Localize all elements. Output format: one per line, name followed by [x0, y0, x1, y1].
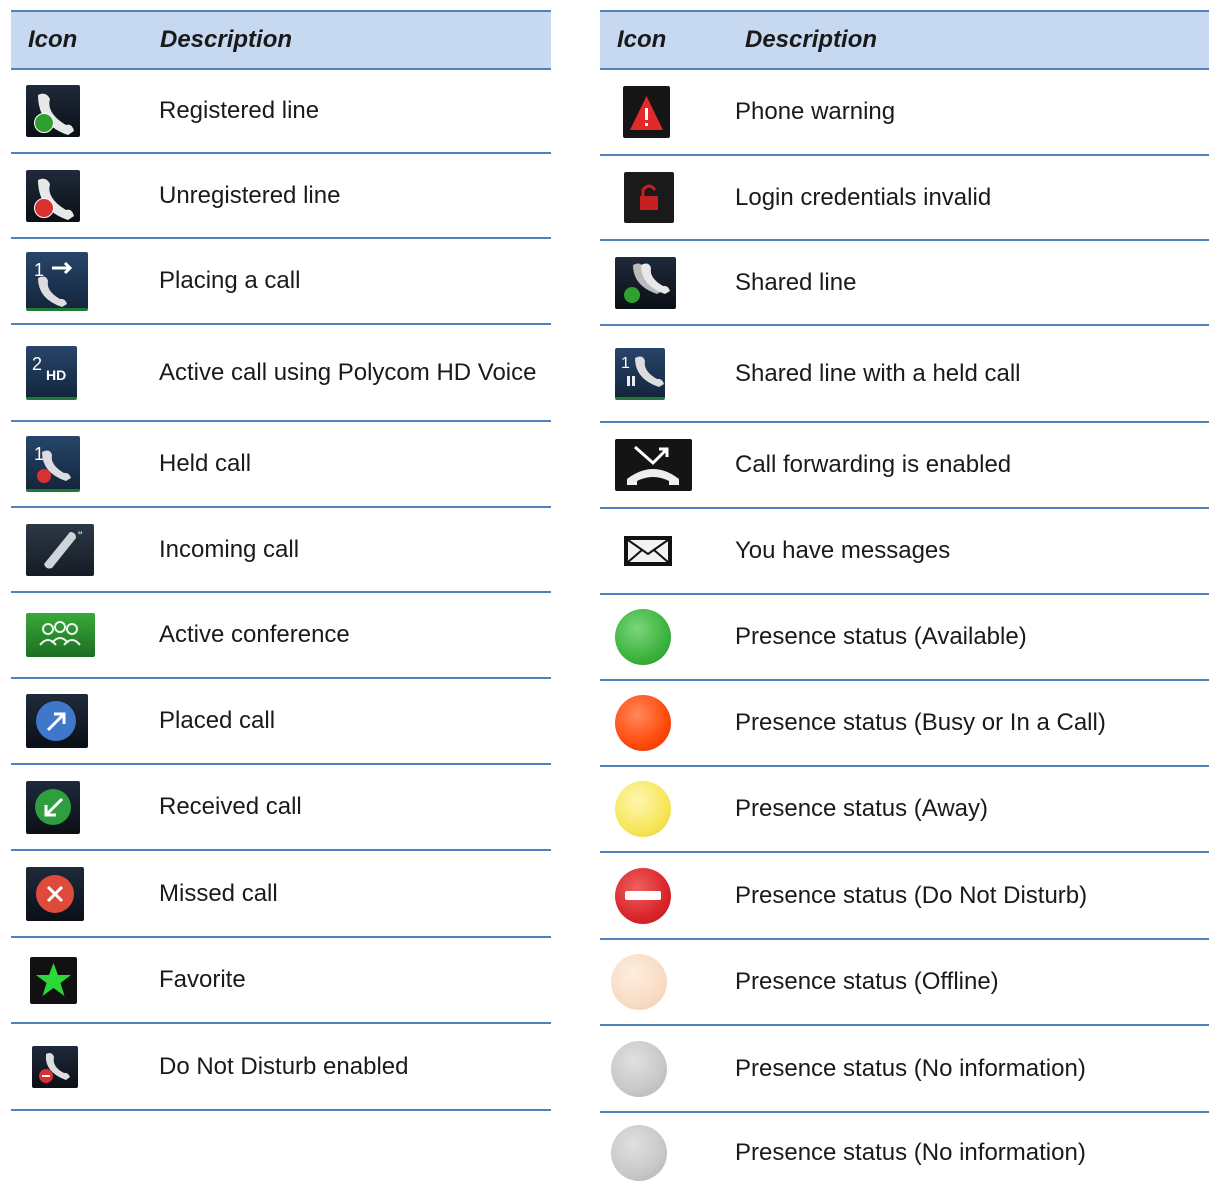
- held-call-icon: 1: [26, 436, 80, 492]
- table-row: You have messages: [600, 509, 1209, 595]
- row-label: Received call: [159, 793, 302, 820]
- lock-icon: [624, 172, 674, 223]
- row-label: Do Not Disturb enabled: [159, 1052, 409, 1080]
- table-row: Presence status (No information): [600, 1113, 1209, 1193]
- header-icon: Icon: [617, 26, 667, 53]
- warning-icon: [623, 86, 670, 138]
- missed-call-icon: [26, 866, 84, 921]
- table-row: Phone warning: [600, 70, 1209, 156]
- row-label: Presence status (No information): [735, 1139, 1086, 1166]
- row-label: Presence status (Busy or In a Call): [735, 709, 1106, 736]
- hd-voice-icon: 2 HD: [26, 345, 77, 400]
- svg-text:1: 1: [621, 355, 630, 372]
- table-row: Shared line: [600, 241, 1209, 326]
- row-label: Presence status (No information): [735, 1054, 1086, 1082]
- presence-noinfo-icon: [611, 1040, 667, 1097]
- presence-away-icon: [615, 781, 671, 837]
- row-label: Placing a call: [159, 267, 301, 294]
- row-label: Presence status (Away): [735, 795, 988, 822]
- table-row: 2 HD Active call using Polycom HD Voice: [11, 325, 551, 422]
- dnd-enabled-icon: [32, 1045, 78, 1088]
- row-label: Presence status (Offline): [735, 968, 999, 995]
- registered-line-icon: [26, 85, 80, 137]
- svg-text:HD: HD: [46, 367, 66, 383]
- right-icon-table: Icon Description Phone warning Login cre…: [600, 10, 1209, 1193]
- row-label: Active conference: [159, 621, 350, 648]
- table-row: Missed call: [11, 851, 551, 938]
- table-row: Favorite: [11, 938, 551, 1024]
- unregistered-line-icon: [26, 169, 80, 222]
- call-forward-icon: [615, 439, 692, 491]
- row-label: Login credentials invalid: [735, 183, 992, 211]
- svg-text:": ": [78, 529, 82, 543]
- table-row: Presence status (No information): [600, 1026, 1209, 1113]
- table-row: Do Not Disturb enabled: [11, 1024, 551, 1111]
- presence-available-icon: [615, 609, 671, 665]
- table-row: Presence status (Do Not Disturb): [600, 853, 1209, 940]
- row-label: Incoming call: [159, 535, 300, 563]
- conference-icon: [26, 613, 95, 657]
- placed-call-icon: [26, 694, 88, 748]
- table-row: Presence status (Away): [600, 767, 1209, 853]
- presence-offline-icon: [611, 954, 667, 1010]
- table-header: Icon Description: [11, 10, 551, 70]
- svg-text:2: 2: [32, 354, 42, 374]
- row-label: Phone warning: [735, 98, 896, 125]
- header-description: Description: [745, 26, 878, 53]
- table-header: Icon Description: [600, 10, 1209, 70]
- left-icon-table: Icon Description Registered line Unregis…: [11, 10, 551, 1111]
- row-label: Shared line with a held call: [735, 359, 1021, 387]
- row-label: Presence status (Available): [735, 623, 1027, 650]
- row-label: Unregistered line: [159, 181, 341, 209]
- row-label: Call forwarding is enabled: [735, 451, 1012, 478]
- row-label: Active call using Polycom HD Voice: [159, 358, 537, 386]
- table-row: Received call: [11, 765, 551, 851]
- table-row: Presence status (Offline): [600, 940, 1209, 1026]
- header-description: Description: [160, 26, 293, 53]
- row-label: Shared line: [735, 268, 857, 296]
- row-label: Presence status (Do Not Disturb): [735, 881, 1088, 909]
- header-icon: Icon: [28, 26, 78, 53]
- row-label: Favorite: [159, 966, 246, 993]
- received-call-icon: [26, 780, 80, 834]
- row-label: Placed call: [159, 707, 276, 734]
- table-row: 1 Shared line with a held call: [600, 326, 1209, 423]
- incoming-call-icon: ": [26, 523, 94, 576]
- row-label: Missed call: [159, 879, 278, 907]
- table-row: Registered line: [11, 70, 551, 154]
- table-row: Active conference: [11, 593, 551, 679]
- presence-dnd-icon: [615, 867, 671, 924]
- table-row: 1 Placing a call: [11, 239, 551, 325]
- presence-noinfo-icon: [611, 1125, 667, 1181]
- table-row: Call forwarding is enabled: [600, 423, 1209, 509]
- table-row: Placed call: [11, 679, 551, 765]
- row-label: Registered line: [159, 97, 320, 124]
- placing-call-icon: 1: [26, 251, 88, 311]
- table-row: Presence status (Busy or In a Call): [600, 681, 1209, 767]
- table-row: Presence status (Available): [600, 595, 1209, 681]
- favorite-star-icon: [30, 956, 77, 1004]
- table-row: Unregistered line: [11, 154, 551, 239]
- row-label: You have messages: [735, 537, 951, 564]
- table-row: Login credentials invalid: [600, 156, 1209, 241]
- table-row: 1 Held call: [11, 422, 551, 508]
- row-label: Held call: [159, 450, 252, 477]
- shared-held-icon: 1: [615, 347, 665, 400]
- presence-busy-icon: [615, 695, 671, 751]
- table-row: " Incoming call: [11, 508, 551, 593]
- shared-line-icon: [615, 256, 676, 309]
- envelope-icon: [622, 534, 674, 568]
